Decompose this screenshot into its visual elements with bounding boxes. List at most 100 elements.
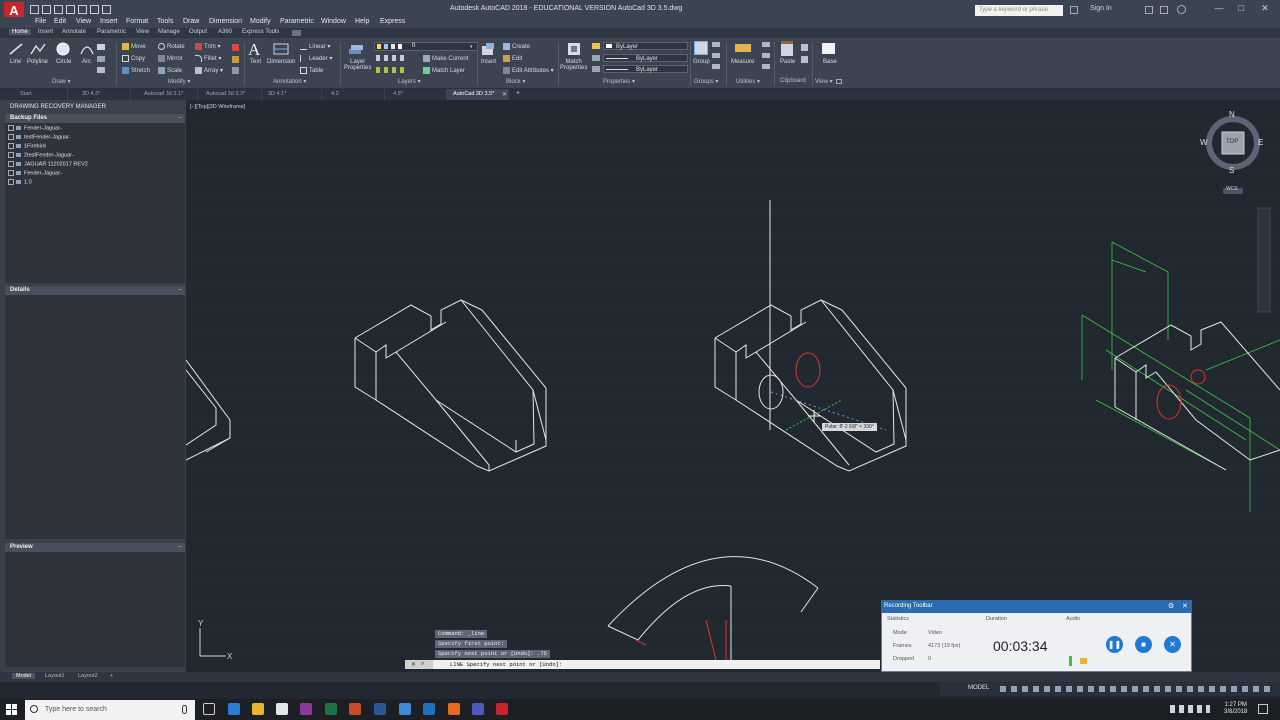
- backup-file-item[interactable]: 1Firebird: [8, 143, 46, 149]
- close-icon[interactable]: ✕: [1182, 602, 1188, 610]
- insert-icon[interactable]: [480, 42, 496, 56]
- panel-expand-icon[interactable]: [836, 79, 842, 84]
- pause-button[interactable]: ❚❚: [1106, 636, 1123, 653]
- save-icon[interactable]: [54, 5, 63, 14]
- wcs-menu[interactable]: WCS: [1226, 186, 1238, 192]
- file-tab[interactable]: 4.2: [325, 89, 385, 100]
- file-explorer-icon[interactable]: [252, 703, 264, 715]
- add-layout-button[interactable]: +: [110, 673, 113, 679]
- collapse-icon[interactable]: –: [178, 544, 181, 550]
- recorder-app-icon[interactable]: [472, 703, 484, 715]
- measure-button[interactable]: Measure: [731, 59, 754, 65]
- leader-button[interactable]: Leader ▾: [300, 55, 332, 62]
- close-command-icon[interactable]: ✕: [411, 661, 416, 668]
- drawing-canvas[interactable]: Y X: [186, 100, 1280, 672]
- tab-model[interactable]: Model: [12, 673, 35, 679]
- menu-parametric[interactable]: Parametric: [280, 18, 314, 25]
- stop-button[interactable]: ■: [1135, 636, 1152, 653]
- properties-panel-title[interactable]: Properties ▾: [603, 78, 635, 85]
- menu-window[interactable]: Window: [321, 18, 346, 25]
- tab-annotate[interactable]: Annotate: [62, 29, 86, 35]
- group-tools-icons[interactable]: [712, 42, 720, 72]
- edit-attributes-button[interactable]: Edit Attributes ▾: [503, 67, 554, 74]
- backup-file-item[interactable]: 2testFender-Jaguar-: [8, 152, 74, 158]
- array-button[interactable]: Array ▾: [195, 67, 223, 74]
- move-button[interactable]: Move: [122, 43, 146, 50]
- backup-file-item[interactable]: Fender-Jaguar-: [8, 125, 62, 131]
- utilities-panel-title[interactable]: Utilities ▾: [736, 78, 760, 85]
- status-toggle-icons[interactable]: [1000, 686, 1270, 692]
- viewport-controls-label[interactable]: [−][Top][3D Wireframe]: [190, 104, 245, 110]
- taskbar-clock[interactable]: 1:27 PM 3/8/2018: [1224, 702, 1247, 716]
- fillet-button[interactable]: Fillet ▾: [195, 55, 221, 62]
- maximize-button[interactable]: □: [1230, 3, 1252, 13]
- match-properties-icon[interactable]: [566, 41, 582, 57]
- groups-panel-title[interactable]: Groups ▾: [694, 78, 718, 85]
- clipboard-panel-title[interactable]: Clipboard: [780, 78, 806, 84]
- file-tab[interactable]: 4.5*: [387, 89, 447, 100]
- paste-button[interactable]: Paste: [780, 59, 795, 65]
- internet-explorer-icon[interactable]: [423, 703, 435, 715]
- insert-button[interactable]: Insert: [481, 59, 496, 65]
- menu-edit[interactable]: Edit: [54, 18, 66, 25]
- minimize-button[interactable]: —: [1208, 3, 1230, 13]
- offset-icon[interactable]: [232, 67, 239, 74]
- layer-properties-icon[interactable]: [348, 42, 364, 56]
- color-dropdown[interactable]: ByLayer: [603, 42, 688, 50]
- close-button[interactable]: ✕: [1254, 3, 1276, 14]
- menu-draw[interactable]: Draw: [183, 18, 199, 25]
- model-space-drawing[interactable]: Y X: [186, 100, 1280, 672]
- make-current-button[interactable]: Make Current: [423, 55, 468, 62]
- powerpoint-icon[interactable]: [349, 703, 361, 715]
- binoculars-icon[interactable]: [1070, 6, 1078, 14]
- file-tab-start[interactable]: Start: [14, 89, 68, 100]
- cut-icon[interactable]: [801, 56, 808, 63]
- app-icon[interactable]: [300, 703, 312, 715]
- menu-modify[interactable]: Modify: [250, 18, 271, 25]
- ribbon-toggle-icon[interactable]: [292, 30, 301, 36]
- group-icon[interactable]: [694, 41, 708, 55]
- edit-block-button[interactable]: Edit: [503, 55, 522, 62]
- text-button[interactable]: Text: [250, 59, 261, 65]
- file-tab[interactable]: Autocad 3d 3.3*: [200, 89, 262, 100]
- tab-manage[interactable]: Manage: [158, 29, 180, 35]
- file-tab-active[interactable]: AutoCad 3D 3.5*: [447, 89, 509, 100]
- new-icon[interactable]: [30, 5, 39, 14]
- tab-layout1[interactable]: Layout1: [45, 673, 65, 679]
- tab-view[interactable]: View: [136, 29, 149, 35]
- help-icon[interactable]: [1177, 5, 1186, 14]
- measure-icon[interactable]: [735, 44, 751, 52]
- base-button[interactable]: Base: [823, 59, 837, 65]
- system-tray-icons[interactable]: [1170, 705, 1210, 713]
- tab-parametric[interactable]: Parametric: [97, 29, 126, 35]
- navigation-bar[interactable]: [1257, 207, 1271, 313]
- menu-file[interactable]: File: [35, 18, 46, 25]
- tab-a360[interactable]: A360: [218, 29, 232, 35]
- circle-icon[interactable]: [55, 42, 71, 56]
- outlook-icon[interactable]: [399, 703, 411, 715]
- boundary-icon[interactable]: [97, 67, 105, 73]
- menu-format[interactable]: Format: [126, 18, 148, 25]
- cancel-recording-button[interactable]: ✕: [1164, 636, 1181, 653]
- rotate-button[interactable]: Rotate: [158, 43, 185, 50]
- task-view-icon[interactable]: [203, 703, 215, 715]
- settings-gear-icon[interactable]: ⚙: [1168, 602, 1174, 610]
- command-input[interactable]: LINE Specify next point or [Undo]:: [405, 660, 880, 669]
- word-icon[interactable]: [374, 703, 386, 715]
- file-tab[interactable]: 3D 4.3*: [76, 89, 131, 100]
- viewcube[interactable]: [1200, 110, 1266, 195]
- close-tab-icon[interactable]: ✕: [502, 91, 507, 98]
- notifications-icon[interactable]: [1258, 704, 1268, 714]
- layers-panel-title[interactable]: Layers ▾: [398, 78, 421, 85]
- redo-icon[interactable]: [102, 5, 111, 14]
- arc-button[interactable]: Arc: [82, 59, 91, 65]
- menu-dimension[interactable]: Dimension: [209, 18, 242, 25]
- copy-button[interactable]: Copy: [122, 55, 145, 62]
- viewcube-west[interactable]: W: [1200, 138, 1208, 147]
- hatch-icon[interactable]: [97, 56, 105, 62]
- menu-tools[interactable]: Tools: [157, 18, 173, 25]
- trim-button[interactable]: Trim ▾: [195, 43, 220, 50]
- viewcube-east[interactable]: E: [1258, 138, 1263, 147]
- text-icon[interactable]: A: [248, 40, 260, 60]
- mirror-button[interactable]: Mirror: [158, 55, 183, 62]
